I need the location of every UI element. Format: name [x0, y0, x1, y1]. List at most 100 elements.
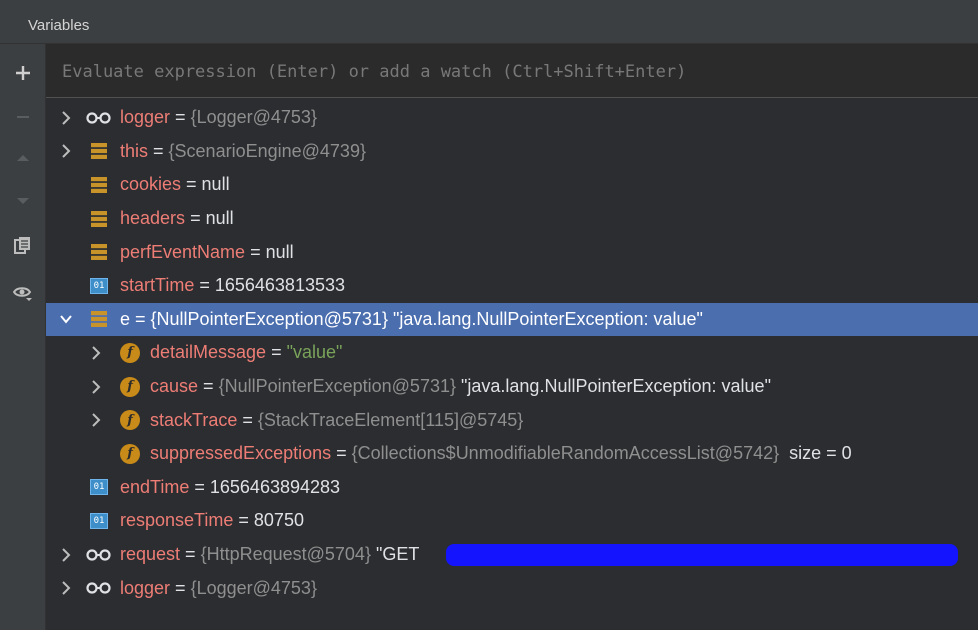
watch-eye-icon[interactable] [0, 278, 46, 308]
variable-row[interactable]: e = {NullPointerException@5731} "java.la… [46, 302, 978, 337]
primitive-icon: 01 [90, 512, 108, 529]
equals-sign: = [266, 342, 287, 363]
evaluate-expression-bar [46, 44, 978, 98]
primitive-icon: 01 [90, 479, 108, 496]
variable-row[interactable]: f detailMessage = "value" [46, 336, 978, 370]
variables-tree: logger = {Logger@4753} this = {ScenarioEn… [46, 101, 978, 605]
plus-icon[interactable] [0, 58, 46, 88]
equals-sign: = [331, 443, 352, 464]
variable-text: endTime = 1656463894283 [120, 477, 340, 498]
variable-row[interactable]: 01 startTime = 1656463813533 [46, 269, 978, 303]
chevron-right-icon[interactable] [58, 110, 74, 126]
variable-value: "java.lang.NullPointerException: value" [456, 376, 771, 397]
minus-icon[interactable] [0, 102, 46, 132]
primitive-icon: 01 [90, 277, 108, 294]
variable-text: logger = {Logger@4753} [120, 107, 317, 128]
variable-value: null [201, 174, 230, 195]
variable-value: "GET [370, 544, 420, 565]
variable-text: logger = {Logger@4753} [120, 578, 317, 599]
variable-type: {StackTraceElement[115]@5745} [257, 409, 524, 430]
equals-sign: = [245, 241, 266, 262]
variable-row[interactable]: f cause = {NullPointerException@5731} "ja… [46, 370, 978, 404]
chevron-right-icon[interactable] [88, 379, 104, 395]
panel-title: Variables [28, 17, 90, 34]
variable-value: 1656463813533 [214, 275, 345, 296]
equals-sign: = [185, 208, 206, 229]
redaction-mark [446, 543, 958, 566]
variable-row[interactable]: this = {ScenarioEngine@4739} [46, 135, 978, 169]
variable-name: request [120, 544, 181, 565]
equals-sign: = [180, 544, 201, 565]
variable-row[interactable]: 01 endTime = 1656463894283 [46, 471, 978, 505]
variable-row[interactable]: perfEventName = null [46, 235, 978, 269]
field-icon: f [120, 342, 140, 363]
variable-text: responseTime = 80750 [120, 510, 304, 531]
variable-name: cookies [120, 174, 182, 195]
chevron-right-icon[interactable] [58, 143, 74, 159]
variable-value: 1656463894283 [209, 476, 341, 497]
variable-type: {NullPointerException@5731} [150, 308, 388, 329]
object-stack-icon [90, 210, 108, 228]
variable-text: startTime = 1656463813533 [120, 275, 345, 296]
equals-sign: = [189, 476, 210, 497]
variable-type: {Logger@4753} [190, 577, 317, 598]
variable-row[interactable]: request = {HttpRequest@5704} "GET [46, 538, 978, 572]
arrow-down-icon[interactable] [0, 186, 46, 216]
chevron-down-icon[interactable] [58, 311, 74, 327]
debugger-side-toolbar [0, 44, 46, 630]
variable-text: headers = null [120, 208, 234, 229]
variable-value: size = 0 [779, 443, 852, 464]
variable-name: suppressedExceptions [150, 443, 332, 464]
variable-name: endTime [120, 476, 190, 497]
equals-sign: = [148, 140, 169, 161]
variable-row[interactable]: logger = {Logger@4753} [46, 101, 978, 135]
variable-name: startTime [120, 275, 195, 296]
panel-header: Variables [0, 0, 978, 44]
variable-name: stackTrace [150, 409, 238, 430]
arrow-up-icon[interactable] [0, 143, 46, 173]
field-icon: f [120, 410, 140, 431]
evaluate-expression-input[interactable] [60, 56, 964, 88]
variable-name: detailMessage [150, 342, 267, 363]
variable-row[interactable]: f suppressedExceptions = {Collections$Unm… [46, 437, 978, 471]
object-stack-icon [90, 310, 108, 328]
field-icon: f [120, 443, 140, 464]
object-stack-icon [90, 176, 108, 194]
watch-glasses-icon [86, 548, 112, 562]
watch-glasses-icon [86, 111, 112, 125]
chevron-right-icon[interactable] [58, 547, 74, 563]
chevron-right-icon[interactable] [88, 412, 104, 428]
variable-row[interactable]: 01 responseTime = 80750 [46, 504, 978, 538]
variable-name: logger [120, 577, 171, 598]
variable-text: stackTrace = {StackTraceElement[115]@574… [150, 410, 523, 431]
chevron-right-icon[interactable] [88, 345, 104, 361]
equals-sign: = [233, 510, 254, 531]
variable-row[interactable]: headers = null [46, 202, 978, 236]
equals-sign: = [198, 376, 219, 397]
equals-sign: = [237, 409, 258, 430]
variable-value: "value" [286, 342, 343, 363]
variable-text: perfEventName = null [120, 242, 294, 263]
variable-text: cookies = null [120, 174, 230, 195]
variable-type: {HttpRequest@5704} [200, 544, 371, 565]
variable-row[interactable]: cookies = null [46, 168, 978, 202]
variable-name: e [120, 308, 131, 329]
variable-text: detailMessage = "value" [150, 342, 342, 363]
variable-name: perfEventName [120, 241, 246, 262]
variable-row[interactable]: f stackTrace = {StackTraceElement[115]@57… [46, 403, 978, 437]
watch-glasses-icon [86, 581, 112, 595]
variable-name: cause [150, 376, 199, 397]
variable-text: suppressedExceptions = {Collections$Unmo… [150, 443, 852, 464]
variable-text: this = {ScenarioEngine@4739} [120, 141, 366, 162]
copy-icon[interactable] [0, 230, 46, 260]
variable-text: request = {HttpRequest@5704} "GET [120, 544, 419, 565]
field-icon: f [120, 376, 140, 397]
equals-sign: = [181, 174, 202, 195]
object-stack-icon [90, 142, 108, 160]
variable-name: logger [120, 107, 171, 128]
equals-sign: = [170, 577, 191, 598]
variable-row[interactable]: logger = {Logger@4753} [46, 571, 978, 605]
equals-sign: = [170, 107, 191, 128]
chevron-right-icon[interactable] [58, 580, 74, 596]
object-stack-icon [90, 243, 108, 261]
